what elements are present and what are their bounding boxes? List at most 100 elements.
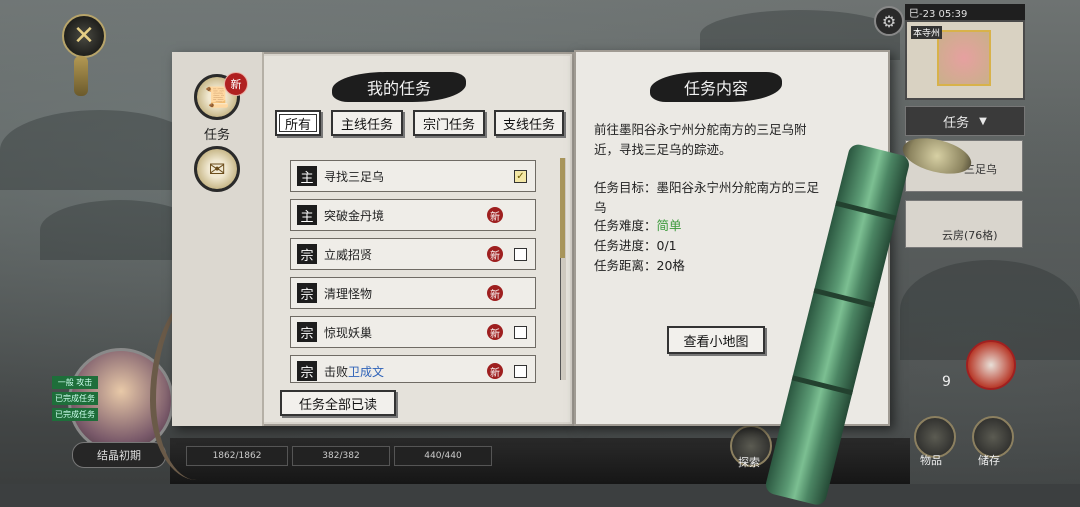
side-card-label: 云房(76格) bbox=[942, 229, 998, 242]
badge-count: 9 bbox=[942, 374, 951, 390]
quest-name-highlight: 卫成文 bbox=[348, 365, 385, 379]
bamboo-node bbox=[813, 288, 875, 308]
settings-button[interactable]: ⚙ bbox=[874, 6, 904, 36]
quest-name-text: 立威招贤 bbox=[324, 248, 373, 262]
avatar-tag-1: 一般 攻击 bbox=[52, 376, 98, 389]
quest-type-tag: 宗 bbox=[297, 322, 317, 342]
gear-icon: ⚙ bbox=[881, 11, 897, 31]
quest-row[interactable]: 宗 立威招贤 新 bbox=[290, 238, 536, 270]
progress-value: 0/1 bbox=[656, 238, 677, 253]
quest-track-checkbox[interactable] bbox=[514, 248, 527, 261]
quest-list-scroll-thumb[interactable] bbox=[560, 158, 565, 258]
filter-all[interactable]: 所有 bbox=[275, 110, 321, 136]
bamboo-node bbox=[835, 200, 897, 221]
quest-row[interactable]: 宗 惊现妖巢 新 bbox=[290, 316, 536, 348]
quest-row[interactable]: 宗 清理怪物 新 bbox=[290, 277, 536, 309]
avatar-tag-3: 已完成任务 bbox=[52, 408, 98, 421]
enemy-portrait[interactable] bbox=[966, 340, 1016, 390]
quest-name: 突破金丹境 bbox=[324, 207, 384, 224]
quest-difficulty: 任务难度：简单 bbox=[594, 216, 858, 236]
checkbox-icon: ✓ bbox=[516, 171, 525, 182]
pin-decoration bbox=[74, 56, 88, 96]
quest-type-tag: 主 bbox=[297, 205, 317, 225]
new-badge: 新 bbox=[224, 72, 248, 96]
quest-detail-title-text: 任务内容 bbox=[683, 79, 748, 98]
quest-type-tag: 宗 bbox=[297, 244, 317, 264]
quest-name: 击败卫成文 bbox=[324, 363, 384, 380]
task-dropdown[interactable]: 任务 ▼ bbox=[905, 106, 1025, 136]
mp-text: 382/382 bbox=[322, 451, 360, 461]
quest-progress: 任务进度：0/1 bbox=[594, 236, 858, 256]
time-text: 巳-23 05:39 bbox=[909, 8, 968, 20]
mark-all-read-label: 任务全部已读 bbox=[298, 397, 377, 413]
quest-name: 惊现妖巢 bbox=[324, 324, 372, 341]
quest-type-tag: 宗 bbox=[297, 283, 317, 303]
quest-new-badge: 新 bbox=[487, 324, 503, 340]
explore-label: 探索 bbox=[738, 456, 760, 469]
quest-row[interactable]: 主 寻找三足乌 ✓ bbox=[290, 160, 536, 192]
distance-value: 20格 bbox=[656, 258, 685, 273]
quest-name: 寻找三足乌 bbox=[324, 168, 384, 185]
minimap-location-thumb bbox=[937, 30, 991, 86]
filter-side[interactable]: 支线任务 bbox=[494, 110, 564, 136]
quest-track-checkbox[interactable] bbox=[514, 365, 527, 378]
quest-new-badge: 新 bbox=[487, 246, 503, 262]
quest-name-text: 突破金丹境 bbox=[324, 209, 385, 223]
distance-label: 任务距离： bbox=[594, 258, 657, 273]
quest-name-text: 寻找三足乌 bbox=[324, 170, 385, 184]
quest-description-line: 前往墨阳谷永宁州分舵南方的三足乌附 bbox=[594, 122, 807, 137]
close-icon: ✕ bbox=[73, 21, 95, 51]
view-minimap-label: 查看小地图 bbox=[683, 334, 749, 350]
view-minimap-button[interactable]: 查看小地图 bbox=[667, 326, 765, 354]
avatar-tag-text: 已完成任务 bbox=[55, 394, 95, 403]
mp-bar: 382/382 bbox=[292, 446, 390, 466]
letter-icon: ✉ bbox=[208, 157, 226, 181]
quest-name: 清理怪物 bbox=[324, 285, 372, 302]
quest-name: 立威招贤 bbox=[324, 246, 372, 263]
filter-label: 主线任务 bbox=[340, 117, 393, 133]
item-label: 物品 bbox=[920, 454, 942, 467]
filter-label: 支线任务 bbox=[502, 117, 555, 133]
realm-name-text: 结晶初期 bbox=[97, 449, 141, 462]
quest-track-checkbox[interactable]: ✓ bbox=[514, 170, 527, 183]
quest-row[interactable]: 主 突破金丹境 新 bbox=[290, 199, 536, 231]
filter-label: 所有 bbox=[284, 117, 311, 133]
avatar-tag-2: 已完成任务 bbox=[52, 392, 98, 405]
filter-main[interactable]: 主线任务 bbox=[331, 110, 403, 136]
avatar-tag-text: 已完成任务 bbox=[55, 410, 95, 419]
quest-description: 前往墨阳谷永宁州分舵南方的三足乌附 近，寻找三足乌的踪迹。 bbox=[594, 120, 858, 160]
mark-all-read-button[interactable]: 任务全部已读 bbox=[280, 390, 396, 416]
goal-value: 墨阳谷永宁州分舵南方的三足 bbox=[656, 180, 820, 195]
quest-new-badge: 新 bbox=[487, 207, 503, 223]
stamina-text: 440/440 bbox=[424, 451, 462, 461]
quest-list-title: 我的任务 bbox=[332, 72, 466, 102]
quest-name-text: 击败 bbox=[324, 365, 349, 379]
quest-name-text: 清理怪物 bbox=[324, 287, 373, 301]
close-button[interactable]: ✕ bbox=[62, 14, 106, 58]
time-bar: 巳-23 05:39 bbox=[905, 4, 1025, 20]
tab-letters[interactable]: ✉ bbox=[194, 146, 240, 192]
minimap-location-label: 本寺州 bbox=[911, 26, 943, 39]
quest-goal: 任务目标：墨阳谷永宁州分舵南方的三足 乌 bbox=[594, 178, 858, 218]
quest-description-line: 近，寻找三足乌的踪迹。 bbox=[594, 142, 732, 157]
goal-label: 任务目标： bbox=[594, 180, 657, 195]
minimap[interactable]: 本寺州 bbox=[905, 20, 1025, 100]
quest-list-title-text: 我的任务 bbox=[366, 79, 431, 98]
quest-new-badge: 新 bbox=[487, 285, 503, 301]
new-badge-text: 新 bbox=[230, 78, 242, 91]
tab-quests-label: 任务 bbox=[203, 128, 230, 143]
quest-track-checkbox[interactable] bbox=[514, 326, 527, 339]
filter-label: 宗门任务 bbox=[422, 117, 475, 133]
difficulty-value: 简单 bbox=[656, 218, 682, 233]
quest-type-tag: 宗 bbox=[297, 361, 317, 381]
filter-sect[interactable]: 宗门任务 bbox=[413, 110, 485, 136]
progress-label: 任务进度： bbox=[594, 238, 657, 253]
realm-name-plate[interactable]: 结晶初期 bbox=[72, 442, 166, 468]
stamina-bar: 440/440 bbox=[394, 446, 492, 466]
bamboo-node bbox=[791, 375, 854, 396]
chevron-down-icon: ▼ bbox=[979, 115, 987, 127]
quest-row[interactable]: 宗 击败卫成文 新 bbox=[290, 355, 536, 383]
task-dropdown-label: 任务 bbox=[943, 115, 970, 131]
side-card-2[interactable]: 云房(76格) bbox=[905, 200, 1023, 248]
difficulty-label: 任务难度： bbox=[594, 218, 657, 233]
